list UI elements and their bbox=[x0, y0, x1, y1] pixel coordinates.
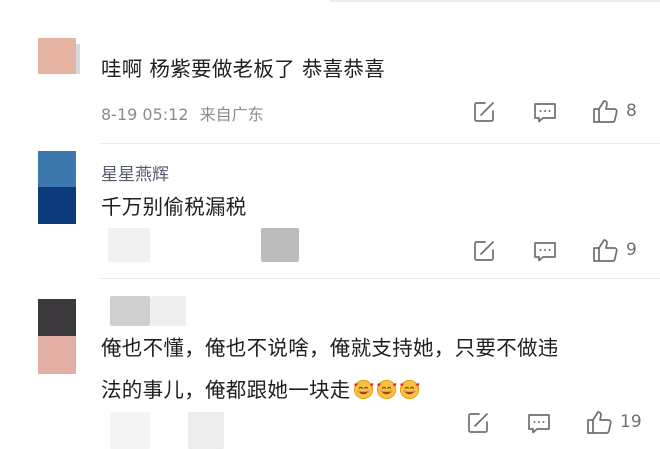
comment-icon bbox=[532, 239, 558, 263]
comment-meta: 8-19 05:12 来自广东 bbox=[101, 101, 264, 125]
like-icon bbox=[592, 98, 620, 124]
comment-text: 俺也不懂，俺也不说啥，俺就支持她，只要不做违 法的事儿，俺都跟她一块走 bbox=[101, 327, 559, 411]
like-count: 19 bbox=[620, 412, 642, 432]
blurred-username bbox=[150, 296, 186, 326]
avatar[interactable] bbox=[38, 299, 76, 374]
comment-button[interactable] bbox=[532, 237, 558, 265]
comment-text: 千万别偷税漏税 bbox=[101, 186, 247, 228]
blurred-username bbox=[110, 296, 150, 326]
blurred-region bbox=[108, 228, 150, 262]
divider bbox=[100, 278, 660, 279]
share-icon bbox=[472, 239, 496, 263]
avatar[interactable] bbox=[38, 151, 76, 224]
like-count: 9 bbox=[626, 240, 637, 260]
avatar-top bbox=[38, 299, 76, 336]
blurred-region bbox=[261, 228, 299, 262]
comment-line: 法的事儿，俺都跟她一块走 bbox=[101, 378, 351, 402]
avatar-edge bbox=[76, 44, 80, 74]
like-icon bbox=[586, 409, 614, 435]
smiling-face-with-hearts-icon bbox=[353, 379, 373, 400]
like-button[interactable]: 8 bbox=[592, 97, 637, 125]
like-button[interactable]: 9 bbox=[592, 236, 637, 264]
timestamp: 8-19 05:12 bbox=[101, 105, 189, 124]
share-icon bbox=[466, 411, 490, 435]
blurred-region bbox=[110, 412, 150, 449]
top-divider bbox=[330, 0, 660, 2]
comment-icon bbox=[526, 411, 552, 435]
smiling-face-with-hearts-icon bbox=[376, 379, 396, 400]
location: 来自广东 bbox=[199, 105, 264, 124]
divider bbox=[100, 143, 660, 144]
smiling-face-with-hearts-icon bbox=[399, 379, 419, 400]
comment-line: 哇啊 杨紫要做老板了 恭喜恭喜 bbox=[101, 57, 386, 81]
share-button[interactable] bbox=[472, 98, 496, 126]
comment-text: 哇啊 杨紫要做老板了 恭喜恭喜 bbox=[101, 48, 385, 90]
username[interactable]: 星星燕辉 bbox=[101, 160, 169, 185]
comment-icon bbox=[532, 100, 558, 124]
avatar-top bbox=[38, 38, 76, 74]
comment-line: 俺也不懂，俺也不说啥，俺就支持她，只要不做违 bbox=[101, 336, 559, 360]
like-button[interactable]: 19 bbox=[586, 408, 642, 436]
comment-line: 千万别偷税漏税 bbox=[101, 195, 247, 219]
avatar-top bbox=[38, 151, 76, 187]
share-button[interactable] bbox=[466, 409, 490, 437]
comment-button[interactable] bbox=[532, 98, 558, 126]
avatar-bottom bbox=[38, 336, 76, 374]
avatar[interactable] bbox=[38, 38, 76, 74]
share-icon bbox=[472, 100, 496, 124]
blurred-region bbox=[188, 412, 224, 449]
like-count: 8 bbox=[626, 101, 637, 121]
share-button[interactable] bbox=[472, 237, 496, 265]
comment-button[interactable] bbox=[526, 409, 552, 437]
like-icon bbox=[592, 237, 620, 263]
avatar-bottom bbox=[38, 187, 76, 224]
comment-line-with-emoji: 法的事儿，俺都跟她一块走 bbox=[101, 369, 559, 411]
